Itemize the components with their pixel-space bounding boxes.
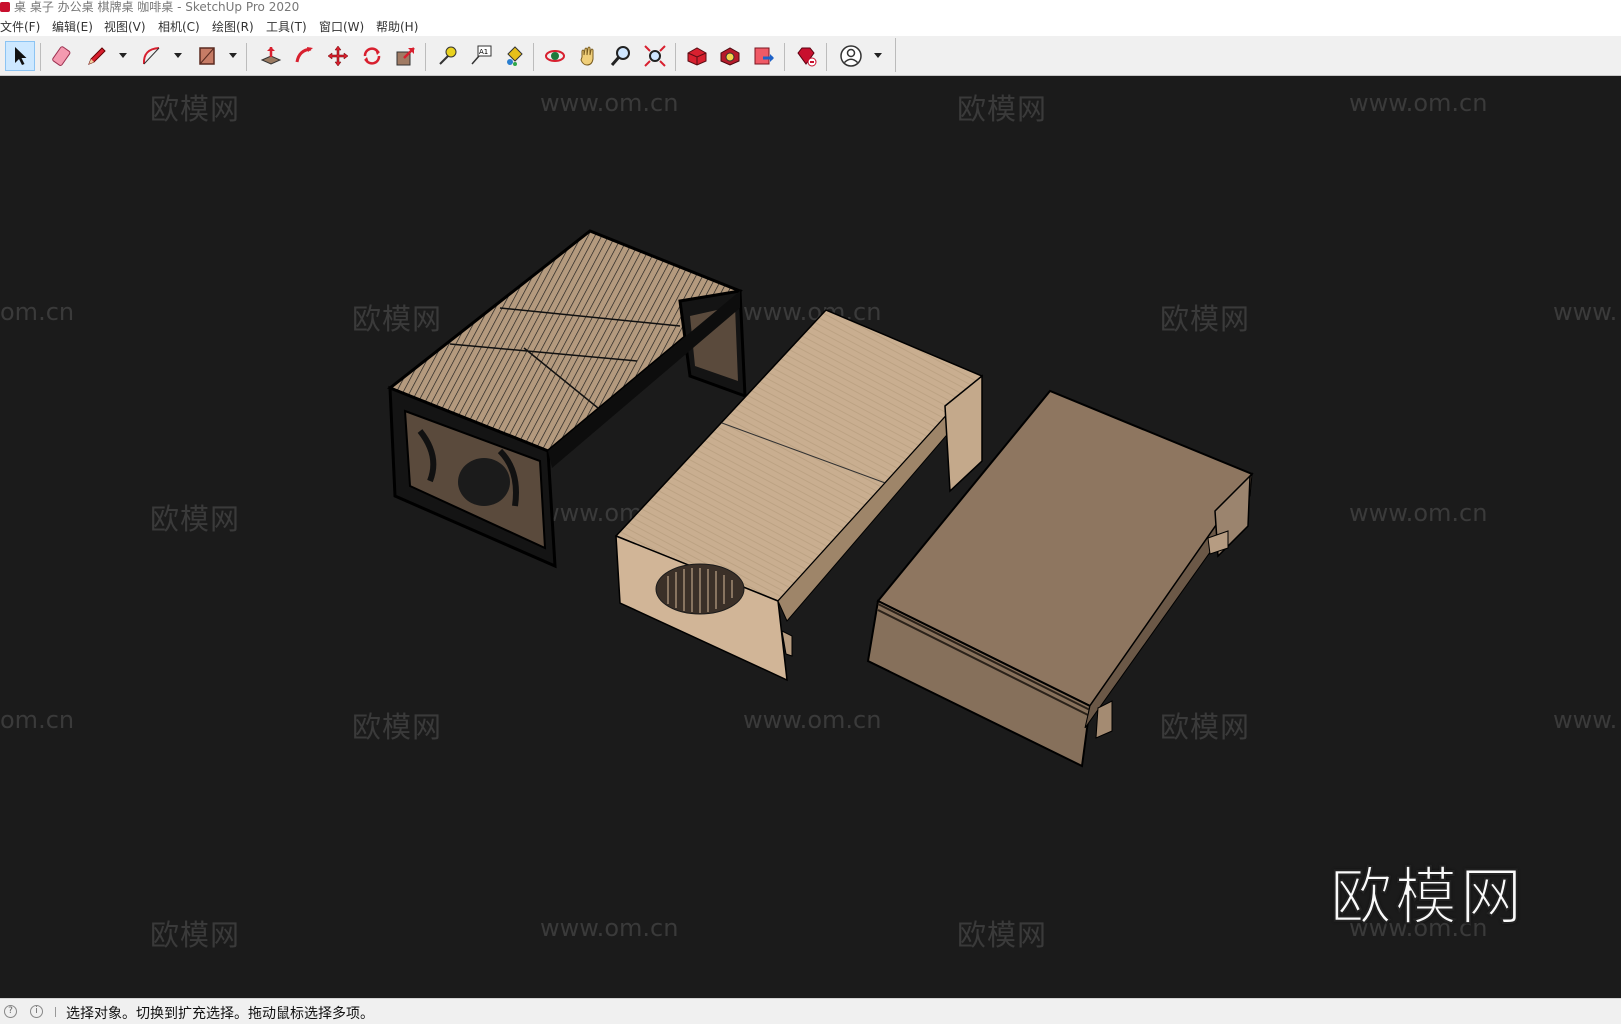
menu-tools[interactable]: 工具(T) bbox=[266, 18, 307, 35]
menu-camera[interactable]: 相机(C) bbox=[158, 18, 200, 35]
follow-me-icon[interactable] bbox=[290, 41, 320, 71]
3d-warehouse-icon[interactable] bbox=[682, 41, 712, 71]
account-icon[interactable] bbox=[836, 41, 866, 71]
modeling-viewport[interactable]: 欧模网 www.om.cn 欧模网 www.om.cn om.cn 欧模网 ww… bbox=[0, 76, 1621, 998]
scale-icon[interactable] bbox=[391, 41, 421, 71]
geolocation-icon[interactable]: ? bbox=[4, 1005, 17, 1018]
pencil-line-icon[interactable] bbox=[82, 41, 112, 71]
zoom-icon[interactable] bbox=[606, 41, 636, 71]
status-bar: ? i 选择对象。切换到扩充选择。拖动鼠标选择多项。 bbox=[0, 998, 1621, 1024]
menu-view[interactable]: 视图(V) bbox=[104, 18, 146, 35]
tape-measure-icon[interactable] bbox=[432, 41, 462, 71]
chevron-down-icon[interactable] bbox=[172, 48, 184, 62]
paint-bucket-icon[interactable] bbox=[499, 41, 529, 71]
svg-text:A1: A1 bbox=[479, 48, 488, 56]
toolbar-separator bbox=[246, 43, 247, 71]
orbit-icon[interactable] bbox=[540, 41, 570, 71]
chevron-down-icon[interactable] bbox=[872, 48, 884, 62]
menu-bar: 文件(F) 编辑(E) 视图(V) 相机(C) 绘图(R) 工具(T) 窗口(W… bbox=[0, 14, 1621, 36]
toolbar-group-edge bbox=[895, 38, 896, 72]
title-bar: 桌 桌子 办公桌 棋牌桌 咖啡桌 - SketchUp Pro 2020 bbox=[0, 0, 1621, 14]
toolbar-separator bbox=[533, 43, 534, 71]
menu-edit[interactable]: 编辑(E) bbox=[52, 18, 93, 35]
select-icon[interactable] bbox=[5, 41, 35, 71]
chevron-down-icon[interactable] bbox=[117, 48, 129, 62]
eraser-icon[interactable] bbox=[47, 41, 77, 71]
layout-send-icon[interactable] bbox=[749, 41, 779, 71]
toolbar-separator bbox=[784, 43, 785, 71]
zoom-extents-icon[interactable] bbox=[640, 41, 670, 71]
chevron-down-icon[interactable] bbox=[227, 48, 239, 62]
status-hint: 选择对象。切换到扩充选择。拖动鼠标选择多项。 bbox=[66, 1006, 374, 1022]
text-label-icon[interactable]: A1 bbox=[466, 41, 496, 71]
pan-icon[interactable] bbox=[573, 41, 603, 71]
menu-draw[interactable]: 绘图(R) bbox=[212, 18, 254, 35]
toolbar-separator bbox=[675, 43, 676, 71]
menu-file[interactable]: 文件(F) bbox=[0, 18, 40, 35]
toolbar: A1 bbox=[0, 36, 1621, 76]
info-icon[interactable]: i bbox=[30, 1005, 43, 1018]
toolbar-separator bbox=[40, 43, 41, 71]
move-icon[interactable] bbox=[323, 41, 353, 71]
arc-icon[interactable] bbox=[137, 41, 167, 71]
watermark-logo: 欧模网 bbox=[1329, 859, 1526, 934]
rotate-icon[interactable] bbox=[357, 41, 387, 71]
toolbar-separator bbox=[826, 43, 827, 71]
ruby-gem-icon[interactable] bbox=[791, 41, 821, 71]
push-pull-icon[interactable] bbox=[256, 41, 286, 71]
window-title: 桌 桌子 办公桌 棋牌桌 咖啡桌 - SketchUp Pro 2020 bbox=[14, 0, 300, 14]
toolbar-separator bbox=[425, 43, 426, 71]
extension-warehouse-icon[interactable] bbox=[715, 41, 745, 71]
sketchup-logo-icon bbox=[0, 2, 10, 12]
menu-help[interactable]: 帮助(H) bbox=[376, 18, 418, 35]
status-divider bbox=[55, 1007, 56, 1017]
menu-window[interactable]: 窗口(W) bbox=[319, 18, 364, 35]
rectangle-icon[interactable] bbox=[192, 41, 222, 71]
